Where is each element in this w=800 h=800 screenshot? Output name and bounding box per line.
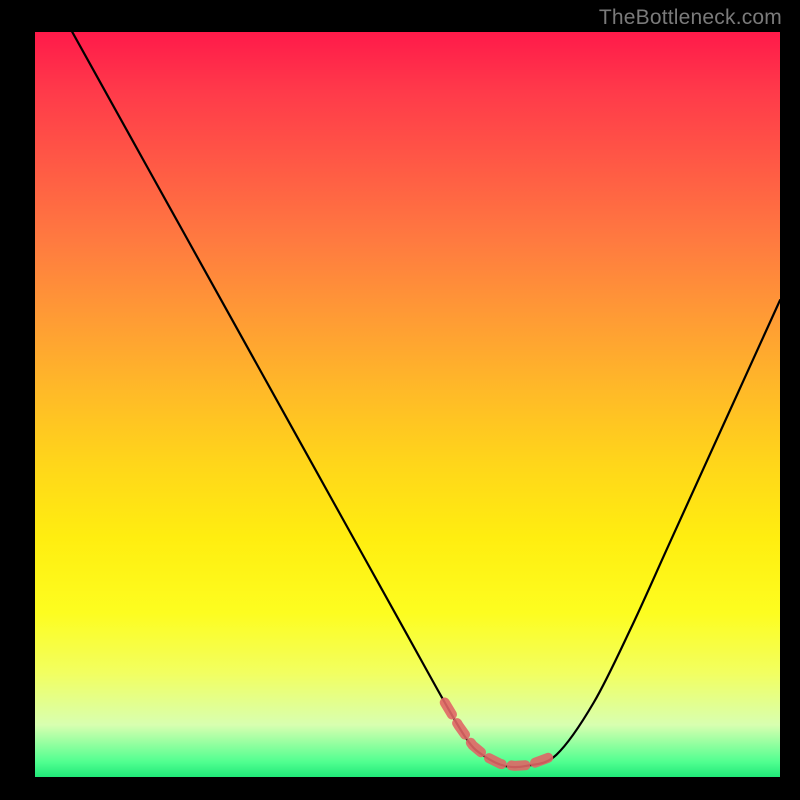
bottleneck-curve [72,32,780,767]
plot-area [35,32,780,777]
watermark-text: TheBottleneck.com [599,6,782,30]
chart-frame: TheBottleneck.com [0,0,800,800]
optimal-band-marker [445,703,557,766]
bottleneck-curve-svg [35,32,780,777]
